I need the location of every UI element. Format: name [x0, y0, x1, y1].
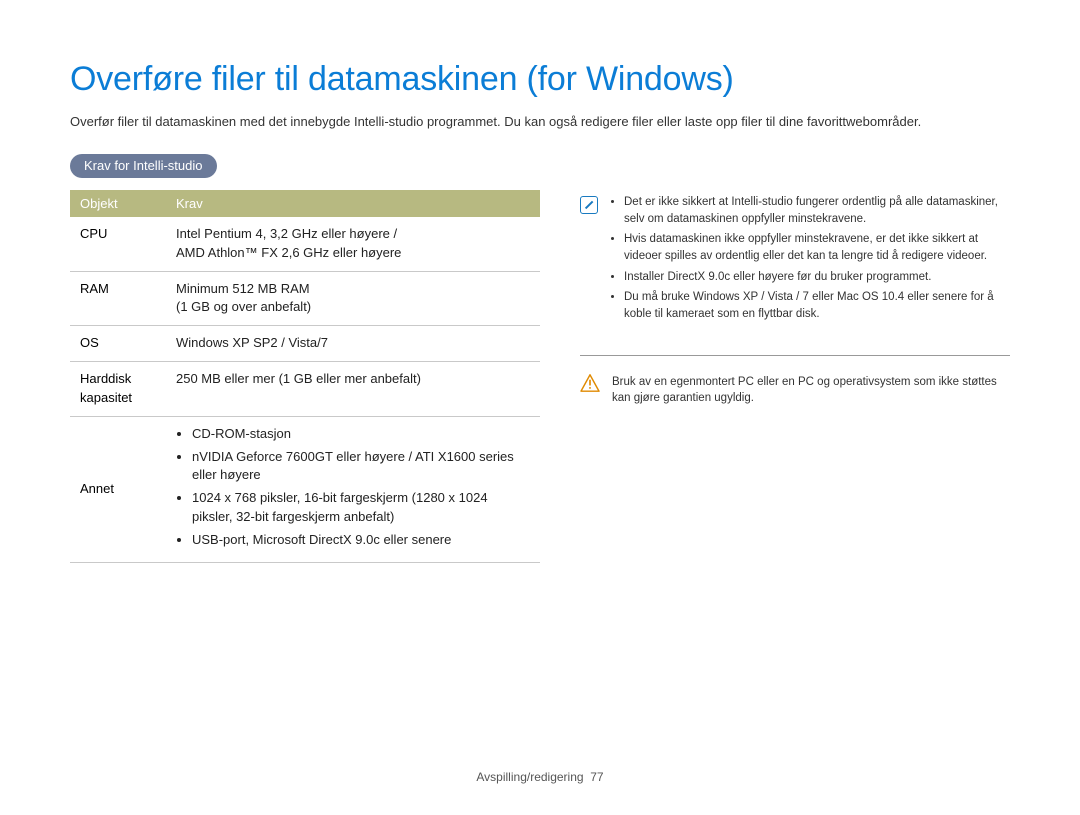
footer-section: Avspilling/redigering [476, 770, 583, 784]
page-title: Overføre filer til datamaskinen (for Win… [70, 60, 1010, 99]
cell-label: Annet [70, 416, 166, 562]
note-item: Det er ikke sikkert at Intelli-studio fu… [624, 194, 1010, 227]
intro-text: Overfør filer til datamaskinen med det i… [70, 113, 1010, 132]
th-krav: Krav [166, 190, 540, 217]
cell-value-line: (1 GB og over anbefalt) [176, 299, 311, 314]
table-header-row: Objekt Krav [70, 190, 540, 217]
cell-value-line: Minimum 512 MB RAM [176, 281, 310, 296]
table-row: RAM Minimum 512 MB RAM (1 GB og over anb… [70, 271, 540, 326]
table-row: CPU Intel Pentium 4, 3,2 GHz eller høyer… [70, 217, 540, 271]
table-row: Harddisk kapasitet 250 MB eller mer (1 G… [70, 362, 540, 417]
table-row: OS Windows XP SP2 / Vista/7 [70, 326, 540, 362]
requirements-table: Objekt Krav CPU Intel Pentium 4, 3,2 GHz… [70, 190, 540, 563]
separator [580, 355, 1010, 356]
cell-value: Intel Pentium 4, 3,2 GHz eller høyere / … [166, 217, 540, 271]
warning-note: Bruk av en egenmontert PC eller en PC og… [580, 374, 1010, 407]
warning-text: Bruk av en egenmontert PC eller en PC og… [612, 374, 1010, 407]
note-item: Du må bruke Windows XP / Vista / 7 eller… [624, 289, 1010, 322]
cell-value: Minimum 512 MB RAM (1 GB og over anbefal… [166, 271, 540, 326]
section-pill: Krav for Intelli-studio [70, 154, 217, 178]
cell-label-line: Harddisk [80, 371, 131, 386]
cell-label: RAM [70, 271, 166, 326]
cell-label: CPU [70, 217, 166, 271]
list-item: nVIDIA Geforce 7600GT eller høyere / ATI… [192, 448, 530, 486]
info-icon [580, 196, 598, 214]
footer-page: 77 [590, 770, 603, 784]
note-item: Hvis datamaskinen ikke oppfyller minstek… [624, 231, 1010, 264]
list-item: CD-ROM-stasjon [192, 425, 530, 444]
notes-column: Det er ikke sikkert at Intelli-studio fu… [580, 190, 1010, 407]
note-item: Installer DirectX 9.0c eller høyere før … [624, 269, 1010, 286]
list-item: USB-port, Microsoft DirectX 9.0c eller s… [192, 531, 530, 550]
th-objekt: Objekt [70, 190, 166, 217]
warning-icon [580, 374, 600, 394]
cell-label: Harddisk kapasitet [70, 362, 166, 417]
page-footer: Avspilling/redigering 77 [0, 770, 1080, 784]
info-note: Det er ikke sikkert at Intelli-studio fu… [580, 194, 1010, 327]
cell-value-line: Intel Pentium 4, 3,2 GHz eller høyere / [176, 226, 397, 241]
cell-value-line: AMD Athlon™ FX 2,6 GHz eller høyere [176, 245, 401, 260]
requirements-column: Objekt Krav CPU Intel Pentium 4, 3,2 GHz… [70, 190, 540, 563]
table-row: Annet CD-ROM-stasjon nVIDIA Geforce 7600… [70, 416, 540, 562]
list-item: 1024 x 768 piksler, 16-bit fargeskjerm (… [192, 489, 530, 527]
cell-label: OS [70, 326, 166, 362]
cell-value: CD-ROM-stasjon nVIDIA Geforce 7600GT ell… [166, 416, 540, 562]
cell-label-line: kapasitet [80, 390, 132, 405]
cell-value: 250 MB eller mer (1 GB eller mer anbefal… [166, 362, 540, 417]
cell-value: Windows XP SP2 / Vista/7 [166, 326, 540, 362]
